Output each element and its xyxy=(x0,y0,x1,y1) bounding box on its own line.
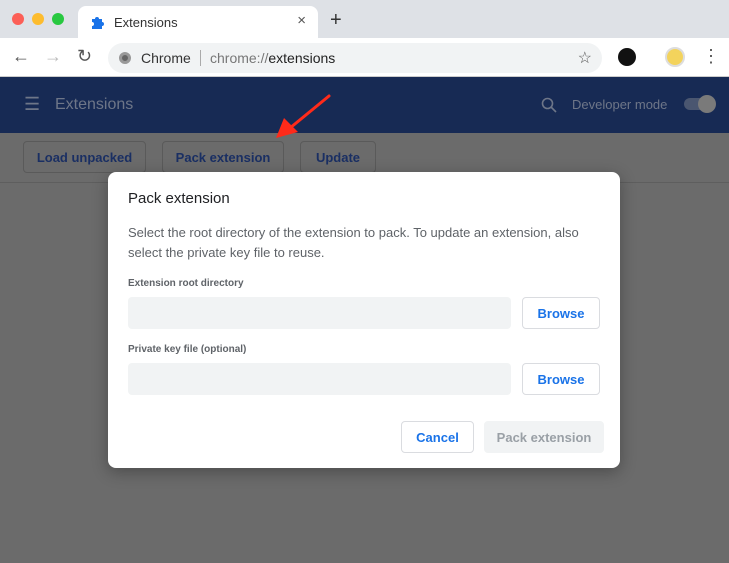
pack-extension-confirm-button[interactable]: Pack extension xyxy=(484,421,604,453)
dialog-description: Select the root directory of the extensi… xyxy=(128,225,579,260)
developer-mode-toggle[interactable] xyxy=(684,95,716,113)
root-directory-input[interactable] xyxy=(128,297,511,329)
minimize-window-button[interactable] xyxy=(32,13,44,25)
url-text: chrome://extensions xyxy=(210,50,336,66)
address-bar[interactable]: Chrome chrome://extensions ☆ xyxy=(108,43,602,73)
reload-button[interactable]: ↻ xyxy=(77,46,92,67)
divider xyxy=(200,50,201,66)
chrome-icon xyxy=(119,52,131,64)
omnibox-label: Chrome xyxy=(141,50,191,66)
extensions-header: ☰ Extensions Developer mode xyxy=(0,77,729,133)
menu-icon[interactable]: ⋮ xyxy=(702,46,720,67)
browser-toolbar: ← → ↻ Chrome chrome://extensions ☆ ⋮ xyxy=(0,38,729,77)
developer-mode-label: Developer mode xyxy=(572,97,668,112)
tab-extensions[interactable]: Extensions × xyxy=(78,6,318,38)
github-icon[interactable] xyxy=(618,48,636,66)
puzzle-icon xyxy=(92,17,104,29)
tab-title: Extensions xyxy=(114,15,178,30)
tab-strip: Extensions × + xyxy=(0,0,729,38)
forward-button[interactable]: → xyxy=(44,46,62,67)
hamburger-menu-icon[interactable]: ☰ xyxy=(24,94,40,115)
star-icon[interactable]: ☆ xyxy=(578,48,592,68)
avatar[interactable] xyxy=(665,47,685,67)
pack-extension-button[interactable]: Pack extension xyxy=(162,141,284,173)
close-tab-icon[interactable]: × xyxy=(297,12,306,29)
close-window-button[interactable] xyxy=(12,13,24,25)
new-tab-button[interactable]: + xyxy=(330,9,342,32)
pack-extension-dialog: Pack extension Select the root directory… xyxy=(108,172,620,468)
annotation-arrow xyxy=(276,94,331,138)
back-button[interactable]: ← xyxy=(12,46,30,67)
root-directory-label: Extension root directory xyxy=(128,278,244,289)
page-title: Extensions xyxy=(55,96,134,113)
private-key-label: Private key file (optional) xyxy=(128,344,247,355)
dialog-title: Pack extension xyxy=(128,190,230,207)
browse-key-button[interactable]: Browse xyxy=(522,363,600,395)
private-key-input[interactable] xyxy=(128,363,511,395)
cancel-button[interactable]: Cancel xyxy=(401,421,474,453)
search-icon[interactable] xyxy=(541,97,557,113)
browse-root-button[interactable]: Browse xyxy=(522,297,600,329)
maximize-window-button[interactable] xyxy=(52,13,64,25)
load-unpacked-button[interactable]: Load unpacked xyxy=(23,141,146,173)
